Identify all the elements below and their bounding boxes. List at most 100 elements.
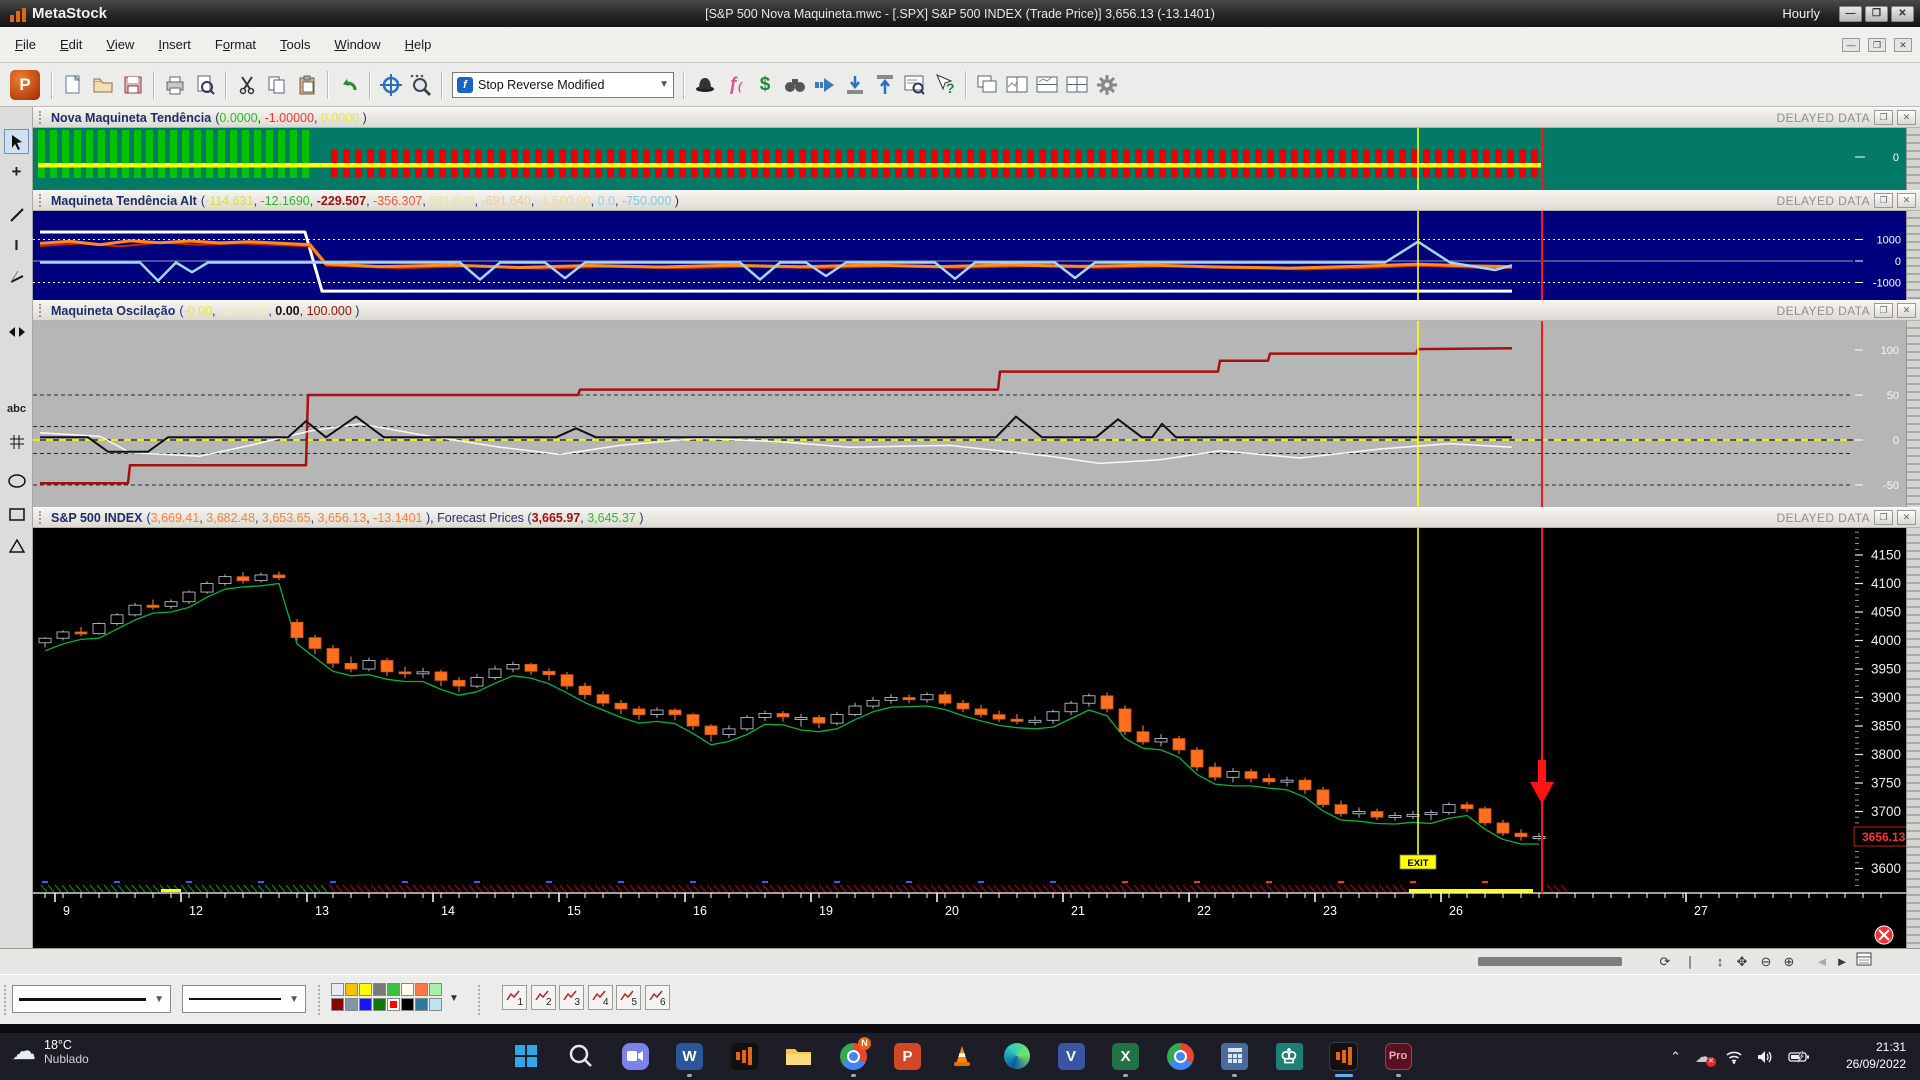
zoom-tool-icon[interactable] — [407, 71, 435, 99]
color-swatch[interactable] — [387, 983, 400, 996]
panel-close-button[interactable]: ✕ — [1897, 193, 1916, 208]
taskbar-app-explorer[interactable] — [783, 1040, 815, 1072]
color-swatch[interactable] — [387, 998, 400, 1011]
wifi-icon[interactable] — [1725, 1050, 1743, 1064]
tile-grid-icon[interactable] — [1063, 71, 1091, 99]
chart-layout-button-1[interactable]: 1 — [502, 985, 527, 1010]
grid-tool-icon[interactable] — [4, 429, 29, 454]
taskbar-app-chrome[interactable]: N — [837, 1037, 871, 1072]
grid-menu-icon[interactable] — [1856, 952, 1878, 972]
maximize-button[interactable]: ❐ — [1865, 5, 1888, 22]
settings-gear-icon[interactable] — [1093, 71, 1121, 99]
text-tool-icon[interactable]: abc — [4, 396, 29, 421]
panel-maximize-button[interactable]: ❐ — [1874, 193, 1893, 208]
battery-icon[interactable] — [1788, 1051, 1810, 1063]
print-icon[interactable] — [161, 71, 189, 99]
forecaster-icon[interactable] — [811, 71, 839, 99]
panel-header-tendencia[interactable]: Nova Maquineta Tendência (0.0000, -1.000… — [33, 107, 1920, 128]
menu-format[interactable]: Format — [206, 33, 265, 56]
copy-icon[interactable] — [263, 71, 291, 99]
taskbar-app-word[interactable]: W — [674, 1040, 706, 1072]
context-help-icon[interactable]: ? — [931, 71, 959, 99]
angle-line-tool-icon[interactable] — [4, 264, 29, 289]
taskbar-app-calculator[interactable] — [1219, 1040, 1251, 1072]
smart-charts-icon[interactable] — [901, 71, 929, 99]
scroll-arrows-icon[interactable] — [4, 319, 29, 344]
paste-icon[interactable] — [293, 71, 321, 99]
panel-scrollbar[interactable] — [1906, 211, 1920, 300]
taskbar-app-start[interactable] — [510, 1040, 542, 1072]
minimize-button[interactable]: — — [1839, 5, 1862, 22]
resize-vertical-icon[interactable]: ↕ — [1709, 952, 1731, 972]
color-swatch[interactable] — [345, 983, 358, 996]
pointer-tool-icon[interactable] — [4, 129, 29, 154]
print-preview-icon[interactable] — [191, 71, 219, 99]
panel-close-button[interactable]: ✕ — [1897, 303, 1916, 318]
panel-header-price[interactable]: S&P 500 INDEX (3,669.41, 3,682.48, 3,653… — [33, 507, 1920, 528]
taskbar-app-vlc[interactable] — [946, 1040, 978, 1072]
panel-maximize-button[interactable]: ❐ — [1874, 110, 1893, 125]
tile-horizontal-icon[interactable] — [1033, 71, 1061, 99]
taskbar-app-chat[interactable] — [619, 1040, 651, 1072]
weather-widget[interactable]: ☁ 18°C Nublado — [12, 1037, 89, 1066]
taskbar-app-metastock[interactable] — [728, 1040, 760, 1072]
menu-file[interactable]: File — [6, 33, 45, 56]
open-icon[interactable] — [89, 71, 117, 99]
taskbar-app-pro[interactable]: Pro — [1382, 1040, 1414, 1072]
menu-view[interactable]: View — [97, 33, 143, 56]
panel-scrollbar[interactable] — [1906, 128, 1920, 190]
menu-insert[interactable]: Insert — [149, 33, 200, 56]
menu-help[interactable]: Help — [396, 33, 441, 56]
page-left-icon[interactable]: ◄ — [1811, 952, 1833, 972]
zoom-in-icon[interactable]: ⊕ — [1778, 952, 1800, 972]
chart-layout-button-5[interactable]: 5 — [616, 985, 641, 1010]
expert-preset-dropdown[interactable]: f Stop Reverse Modified ▼ — [452, 71, 674, 98]
color-swatch[interactable] — [401, 983, 414, 996]
panel-close-button[interactable]: ✕ — [1897, 510, 1916, 525]
cursor-bar-icon[interactable]: ∣ — [1679, 952, 1701, 972]
taskbar-app-metastock-active[interactable] — [1328, 1040, 1360, 1072]
panel-close-button[interactable]: ✕ — [1897, 110, 1916, 125]
save-icon[interactable] — [119, 71, 147, 99]
cascade-windows-icon[interactable] — [973, 71, 1001, 99]
crosshair-pointer-icon[interactable] — [377, 71, 405, 99]
line-weight-dropdown[interactable]: ▼ — [12, 985, 171, 1013]
color-swatch[interactable] — [373, 983, 386, 996]
refresh-icon[interactable]: ⟳ — [1654, 952, 1676, 972]
tile-vertical-icon[interactable] — [1003, 71, 1031, 99]
chart-layout-button-2[interactable]: 2 — [530, 985, 556, 1010]
trendline-tool-icon[interactable] — [4, 202, 29, 227]
chart-layout-button-3[interactable]: 3 — [559, 985, 584, 1010]
menu-tools[interactable]: Tools — [271, 33, 319, 56]
explorer-binoculars-icon[interactable] — [781, 71, 809, 99]
line-style-dropdown[interactable]: ▼ — [182, 985, 306, 1013]
close-button[interactable]: ✕ — [1891, 5, 1914, 22]
color-swatch[interactable] — [429, 983, 442, 996]
child-close-button[interactable]: ✕ — [1894, 37, 1912, 52]
color-swatch[interactable] — [331, 983, 344, 996]
vertical-line-tool-icon[interactable]: I — [4, 233, 29, 258]
taskbar-app-powerpoint[interactable]: P — [892, 1040, 924, 1072]
panel-header-oscilacao[interactable]: Maquineta Oscilação (-0.00, -12.1355, 0.… — [33, 300, 1920, 321]
pan-icon[interactable]: ✥ — [1731, 952, 1753, 972]
onedrive-icon[interactable]: ☁ ✕ — [1695, 1047, 1716, 1067]
color-swatch[interactable] — [331, 998, 344, 1011]
color-swatch[interactable] — [359, 983, 372, 996]
expert-advisor-icon[interactable] — [691, 71, 719, 99]
color-swatch[interactable] — [345, 998, 358, 1011]
child-restore-button[interactable]: ❐ — [1868, 37, 1886, 52]
ellipse-tool-icon[interactable] — [4, 468, 29, 493]
chart-layout-button-6[interactable]: 6 — [644, 985, 670, 1010]
taskbar-app-edge[interactable] — [1001, 1040, 1033, 1072]
taskbar-app-visio[interactable]: V — [1055, 1040, 1087, 1072]
color-swatch[interactable] — [401, 998, 414, 1011]
color-swatch[interactable] — [359, 998, 372, 1011]
triangle-tool-icon[interactable] — [4, 533, 29, 558]
tray-chevron-icon[interactable]: ⌃ — [1670, 1049, 1681, 1065]
taskbar-app-chrome-2[interactable] — [1164, 1040, 1196, 1072]
cut-icon[interactable] — [233, 71, 261, 99]
taskbar-app-excel[interactable]: X — [1110, 1040, 1142, 1072]
color-swatch[interactable] — [415, 998, 428, 1011]
system-tester-icon[interactable]: $ — [751, 71, 779, 99]
zoom-out-icon[interactable]: ⊖ — [1755, 952, 1777, 972]
